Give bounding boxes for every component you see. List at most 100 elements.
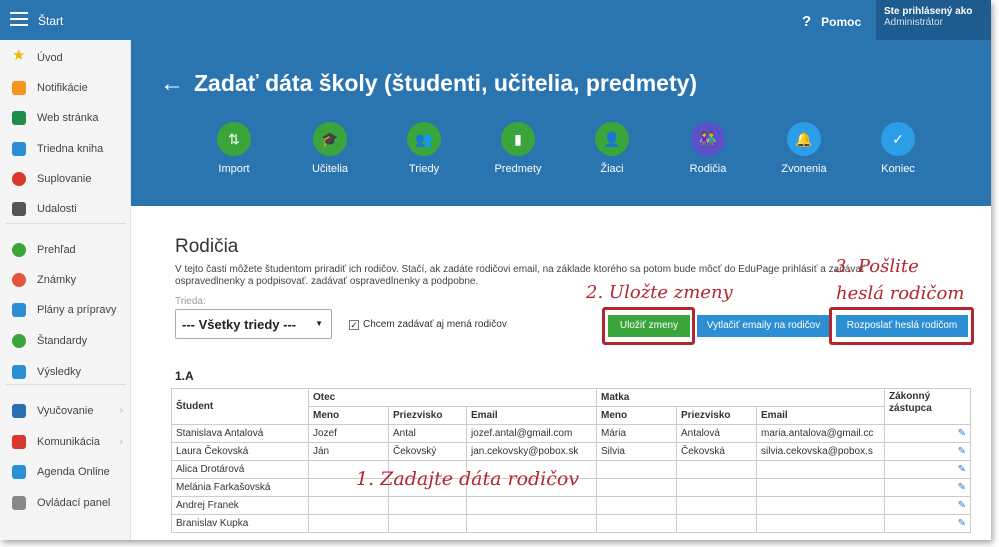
wizard-step-label: Koniec [881, 163, 915, 175]
import-icon: ⇅ [228, 130, 240, 147]
parent-cell-m-email[interactable] [756, 514, 886, 533]
sidebar-item-label: Úvod [37, 52, 63, 64]
sidebar-item-12[interactable]: Vyučovanie › [0, 396, 131, 426]
parent-cell-m-surname[interactable]: Čekovská [676, 442, 758, 461]
parent-cell-m-name[interactable]: Mária [596, 424, 678, 443]
sidebar-item-9[interactable]: Plány a prípravy [0, 295, 131, 325]
wizard-step-2[interactable]: 🎓 Učitelia [290, 122, 370, 175]
annotation-step2: 2. Uložte zmeny [586, 282, 733, 303]
sidebar-item-7[interactable]: Prehľad [0, 235, 131, 265]
parent-cell-f-name[interactable]: Ján [308, 442, 389, 461]
sidebar-item-label: Komunikácia [37, 436, 100, 448]
sidebar-item-5[interactable]: Suplovanie [0, 164, 131, 194]
wizard-step-7[interactable]: 🔔 Zvonenia [764, 122, 844, 175]
sidebar-item-label: Web stránka [37, 112, 99, 124]
parent-cell-f-surname[interactable] [388, 514, 467, 533]
parent-cell-m-name[interactable]: Silvia [596, 442, 678, 461]
parent-cell-m-name[interactable] [596, 514, 678, 533]
sidebar-item-label: Agenda Online [37, 466, 110, 478]
edit-pencil-icon[interactable]: ✎ [884, 478, 972, 497]
book-icon: ▮ [514, 130, 522, 147]
parent-cell-m-email[interactable]: silvia.cekovska@pobox.s [756, 442, 886, 461]
sidebar-item-15[interactable]: Ovládací panel [0, 488, 131, 518]
annotation-box-send [829, 307, 974, 345]
sidebar-item-10[interactable]: Štandardy [0, 326, 131, 356]
sidebar-item-3[interactable]: Web stránka [0, 103, 131, 133]
top-bar: Štart ? Pomoc Ste prihlásený ako Administ… [0, 0, 991, 40]
parent-cell-f-surname[interactable] [388, 496, 467, 515]
sidebar-item-label: Udalosti [37, 203, 77, 215]
wizard-step-circle: ✓ [881, 122, 915, 156]
parent-cell-m-email[interactable] [756, 460, 886, 479]
parent-cell-m-surname[interactable] [676, 496, 758, 515]
sidebar-item-13[interactable]: Komunikácia › [0, 427, 131, 457]
parent-cell-f-email[interactable] [465, 496, 598, 515]
parent-cell-f-surname[interactable]: Antal [388, 424, 467, 443]
home-link[interactable]: Štart [38, 14, 63, 28]
sidebar-item-label: Notifikácie [37, 82, 88, 94]
print-emails-button[interactable]: Vytlačiť emaily na rodičov [697, 315, 830, 337]
parent-cell-m-email[interactable] [756, 478, 886, 497]
wizard-step-4[interactable]: ▮ Predmety [478, 122, 558, 175]
sidebar-item-label: Prehľad [37, 244, 76, 256]
student-cell: Melánia Farkašovská [171, 478, 309, 497]
parent-cell-f-email[interactable]: jozef.antal@gmail.com [465, 424, 598, 443]
annotation-step3-line2: heslá rodičom [836, 283, 965, 304]
sidebar-item-label: Triedna kniha [37, 143, 104, 155]
edit-pencil-icon[interactable]: ✎ [884, 460, 972, 479]
sidebar-item-8[interactable]: Známky [0, 265, 131, 295]
bar-chart-icon [12, 365, 26, 379]
shield-check-icon [12, 334, 26, 348]
parent-cell-f-email[interactable]: jan.cekovsky@pobox.sk [465, 442, 598, 461]
wizard-step-1[interactable]: ⇅ Import [194, 122, 274, 175]
parent-cell-m-name[interactable] [596, 496, 678, 515]
edit-pencil-icon[interactable]: ✎ [884, 424, 972, 443]
sidebar-item-6[interactable]: Udalosti [0, 194, 131, 224]
parent-names-checkbox-label[interactable]: Chcem zadávať aj mená rodičov [363, 319, 507, 330]
class-select[interactable]: --- Všetky triedy --- ▼ [175, 309, 332, 339]
wizard-step-circle: 👤 [595, 122, 629, 156]
parent-cell-f-name[interactable] [308, 514, 389, 533]
person-icon [12, 172, 26, 186]
wizard-step-label: Import [218, 163, 250, 175]
parent-cell-f-email[interactable] [465, 514, 598, 533]
sidebar-item-11[interactable]: Výsledky [0, 357, 131, 387]
sidebar-item-14[interactable]: Agenda Online [0, 457, 131, 487]
student-cell: Alica Drotárová [171, 460, 309, 479]
parent-cell-m-email[interactable] [756, 496, 886, 515]
father-name-header: Meno [308, 406, 389, 425]
chevron-down-icon: ▼ [315, 319, 323, 328]
app-window: Štart ? Pomoc Ste prihlásený ako Administ… [0, 0, 991, 540]
wizard-step-8[interactable]: ✓ Koniec [858, 122, 938, 175]
edit-pencil-icon[interactable]: ✎ [884, 514, 972, 533]
sidebar-item-1[interactable]: ★ Úvod [0, 43, 131, 73]
parent-names-checkbox[interactable]: ✓ [349, 320, 359, 330]
parent-cell-m-name[interactable] [596, 478, 678, 497]
parent-cell-m-email[interactable]: maria.antalova@gmail.cc [756, 424, 886, 443]
user-box[interactable]: Ste prihlásený ako Administrátor [876, 0, 991, 40]
teacher-icon [12, 404, 26, 418]
user-role: Administrátor [884, 17, 943, 28]
back-arrow-icon[interactable]: ← [160, 70, 184, 98]
wizard-step-3[interactable]: 👥 Triedy [384, 122, 464, 175]
parent-cell-f-name[interactable]: Jozef [308, 424, 389, 443]
wizard-step-6[interactable]: 👫 Rodičia [668, 122, 748, 175]
father-group-header: Otec [307, 388, 598, 407]
sidebar-item-2[interactable]: Notifikácie [0, 73, 131, 103]
parent-cell-f-name[interactable] [308, 496, 389, 515]
help-button[interactable]: ? Pomoc [802, 13, 861, 30]
edit-pencil-icon[interactable]: ✎ [884, 442, 972, 461]
wizard-step-circle: 👫 [691, 122, 725, 156]
student-cell: Laura Čekovská [171, 442, 309, 461]
parent-cell-m-surname[interactable] [676, 514, 758, 533]
parent-cell-f-surname[interactable]: Čekovský [388, 442, 467, 461]
wizard-step-5[interactable]: 👤 Žiaci [572, 122, 652, 175]
parent-cell-m-name[interactable] [596, 460, 678, 479]
grades-icon [12, 273, 26, 287]
parent-cell-m-surname[interactable] [676, 460, 758, 479]
parent-cell-m-surname[interactable] [676, 478, 758, 497]
hamburger-menu-icon[interactable] [10, 12, 28, 28]
parent-cell-m-surname[interactable]: Antalová [676, 424, 758, 443]
edit-pencil-icon[interactable]: ✎ [884, 496, 972, 515]
sidebar-item-4[interactable]: Triedna kniha [0, 134, 131, 164]
